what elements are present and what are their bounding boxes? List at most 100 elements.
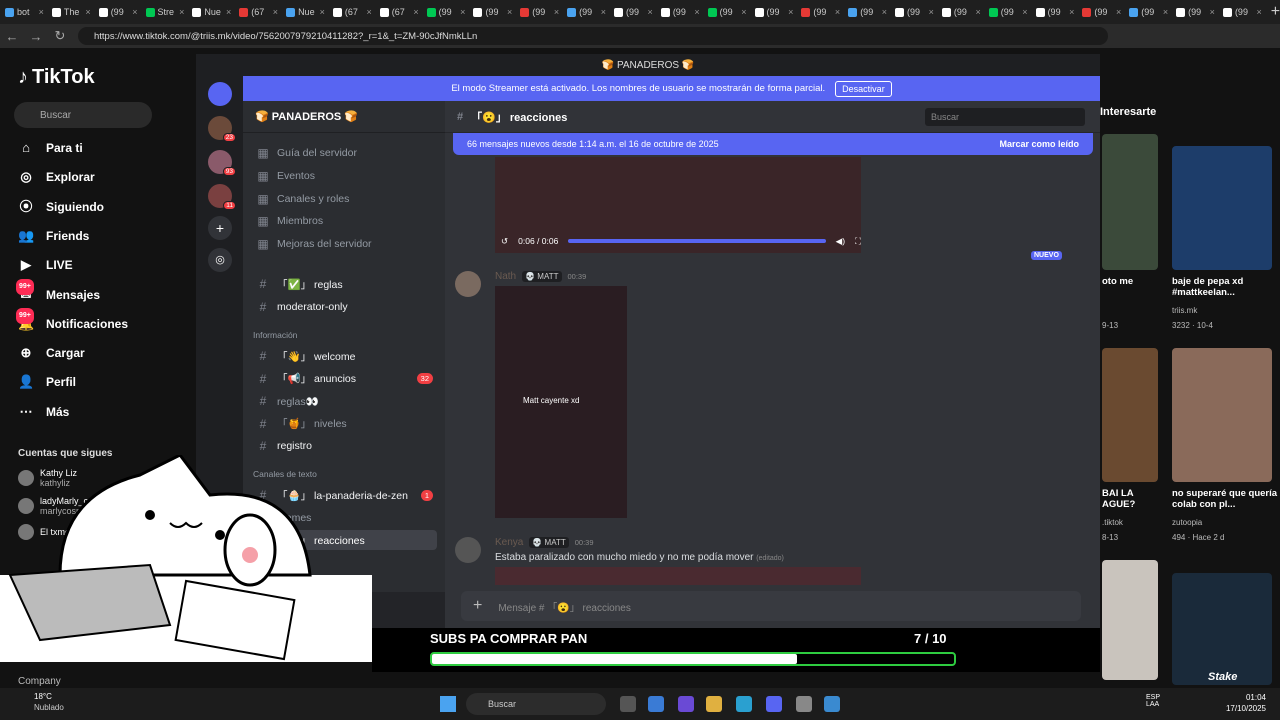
discord-icon[interactable] xyxy=(766,696,782,712)
video-thumbnail[interactable] xyxy=(1172,573,1272,685)
close-tab-icon[interactable]: × xyxy=(694,7,699,17)
close-tab-icon[interactable]: × xyxy=(882,7,887,17)
tiktok-nav-9[interactable]: ⋯ Más xyxy=(18,404,70,420)
close-tab-icon[interactable]: × xyxy=(835,7,840,17)
browser-tab[interactable]: (99 × xyxy=(516,3,562,21)
card-user[interactable]: triis.mk xyxy=(1172,306,1197,315)
browser-tab[interactable]: (99 × xyxy=(704,3,750,21)
card-title[interactable]: oto me xyxy=(1102,276,1133,287)
reload-icon[interactable]: ↻ xyxy=(48,28,72,44)
channel-item[interactable]: # 「🍯」 niveles xyxy=(243,414,445,434)
tiktok-nav-2[interactable]: ⦿ Siguiendo xyxy=(18,199,104,215)
browser-tab[interactable]: The × xyxy=(48,3,94,21)
browser-tab[interactable]: (99 × xyxy=(423,3,469,21)
browser-tab[interactable]: (99 × xyxy=(797,3,843,21)
app-icon[interactable] xyxy=(824,696,840,712)
start-icon[interactable] xyxy=(440,696,456,712)
tiktok-nav-7[interactable]: ⊕ Cargar xyxy=(18,345,85,361)
explore-icon[interactable]: ◎ xyxy=(208,248,232,272)
add-attachment-icon[interactable]: + xyxy=(473,597,482,615)
close-tab-icon[interactable]: × xyxy=(741,7,746,17)
close-tab-icon[interactable]: × xyxy=(132,7,137,17)
obs-icon[interactable] xyxy=(796,696,812,712)
close-tab-icon[interactable]: × xyxy=(179,7,184,17)
browser-tab[interactable]: (67 × xyxy=(376,3,422,21)
video-attachment[interactable]: Matt cayente xd xyxy=(495,286,627,518)
store-icon[interactable] xyxy=(648,696,664,712)
browser-tab[interactable]: (99 × xyxy=(563,3,609,21)
video-thumbnail[interactable] xyxy=(1102,134,1158,270)
channel-item[interactable]: # moderator-only xyxy=(243,297,445,317)
server-icon[interactable]: 93 xyxy=(208,150,236,176)
browser-tab[interactable]: (67 × xyxy=(235,3,281,21)
tiktok-nav-8[interactable]: 👤 Perfil xyxy=(18,374,76,390)
browser-tab[interactable]: (99 × xyxy=(1172,3,1218,21)
avatar[interactable] xyxy=(455,537,481,563)
close-tab-icon[interactable]: × xyxy=(1210,7,1215,17)
taskbar-search[interactable]: Buscar xyxy=(466,693,606,715)
browser-tab[interactable]: (99 × xyxy=(891,3,937,21)
card-user[interactable]: zutoopia xyxy=(1172,518,1202,527)
close-tab-icon[interactable]: × xyxy=(366,7,371,17)
tiktok-search-input[interactable]: Buscar xyxy=(14,102,152,128)
tiktok-nav-0[interactable]: ⌂ Para ti xyxy=(18,140,83,156)
video-thumbnail[interactable] xyxy=(1172,348,1272,482)
close-tab-icon[interactable]: × xyxy=(507,7,512,17)
channel-item[interactable]: # 「📢」 anuncios 32 xyxy=(243,369,445,389)
channel-item[interactable]: # reglas👀 xyxy=(243,391,445,411)
add-server-icon[interactable]: + xyxy=(208,216,232,240)
tiktok-logo[interactable]: ♪ TikTok xyxy=(18,66,95,89)
new-tab-button[interactable]: + xyxy=(1271,3,1280,21)
close-tab-icon[interactable]: × xyxy=(85,7,90,17)
browser-tab[interactable]: (99 × xyxy=(469,3,515,21)
video-progress[interactable] xyxy=(568,239,826,243)
server-menu-item[interactable]: ▦ Miembros xyxy=(243,211,445,231)
card-title[interactable]: no superaré que quería colab con pl... xyxy=(1172,488,1278,510)
close-tab-icon[interactable]: × xyxy=(1069,7,1074,17)
close-tab-icon[interactable]: × xyxy=(1022,7,1027,17)
tiktok-nav-5[interactable]: ✉99+ Mensajes xyxy=(16,278,100,303)
company-link[interactable]: Company xyxy=(18,676,61,687)
close-tab-icon[interactable]: × xyxy=(601,7,606,17)
browser-tab[interactable]: (99 × xyxy=(657,3,703,21)
close-tab-icon[interactable]: × xyxy=(1257,7,1262,17)
author-name[interactable]: Kenya xyxy=(495,537,523,548)
volume-icon[interactable]: ◀) xyxy=(836,236,845,247)
browser-tab[interactable]: (99 × xyxy=(95,3,141,21)
taskview-icon[interactable] xyxy=(620,696,636,712)
close-tab-icon[interactable]: × xyxy=(320,7,325,17)
server-name[interactable]: 🍞 PANADEROS 🍞 xyxy=(243,101,445,133)
message-composer[interactable]: + Mensaje # 「😮」 reacciones xyxy=(461,591,1081,621)
browser-tab[interactable]: (99 × xyxy=(751,3,797,21)
browser-tab[interactable]: (99 × xyxy=(985,3,1031,21)
close-tab-icon[interactable]: × xyxy=(1116,7,1121,17)
close-tab-icon[interactable]: × xyxy=(460,7,465,17)
tiktok-nav-3[interactable]: 👥 Friends xyxy=(18,228,89,244)
language-indicator[interactable]: ESP LAA xyxy=(1146,694,1166,708)
close-tab-icon[interactable]: × xyxy=(788,7,793,17)
fullscreen-icon[interactable]: ⛶ xyxy=(855,236,861,247)
url-field[interactable]: https://www.tiktok.com/@triis.mk/video/7… xyxy=(78,27,1108,45)
server-menu-item[interactable]: ▦ Canales y roles xyxy=(243,189,445,209)
channel-item[interactable]: # 「👋」 welcome xyxy=(243,346,445,366)
video-thumbnail[interactable] xyxy=(1102,560,1158,680)
edge-icon[interactable] xyxy=(736,696,752,712)
mark-read-button[interactable]: Marcar como leído xyxy=(999,139,1079,149)
card-title[interactable]: BAI LA AGUE? xyxy=(1102,488,1158,510)
tiktok-nav-1[interactable]: ◎ Explorar xyxy=(18,169,94,185)
deactivate-button[interactable]: Desactivar xyxy=(835,80,892,97)
replay-icon[interactable]: ↺ xyxy=(501,236,508,247)
close-tab-icon[interactable]: × xyxy=(39,7,44,17)
browser-tab[interactable]: Nue × xyxy=(188,3,234,21)
card-title[interactable]: baje de pepa xd #mattkeelan... xyxy=(1172,276,1278,298)
browser-tab[interactable]: (67 × xyxy=(329,3,375,21)
browser-tab[interactable]: (99 × xyxy=(1219,3,1265,21)
close-tab-icon[interactable]: × xyxy=(929,7,934,17)
browser-tab[interactable]: (99 × xyxy=(938,3,984,21)
close-tab-icon[interactable]: × xyxy=(1163,7,1168,17)
clock-date[interactable]: 17/10/2025 xyxy=(1222,704,1266,713)
browser-tab[interactable]: Stre × xyxy=(142,3,188,21)
clock-time[interactable]: 01:04 xyxy=(1222,693,1266,702)
explorer-icon[interactable] xyxy=(706,696,722,712)
browser-tab[interactable]: (99 × xyxy=(1078,3,1124,21)
